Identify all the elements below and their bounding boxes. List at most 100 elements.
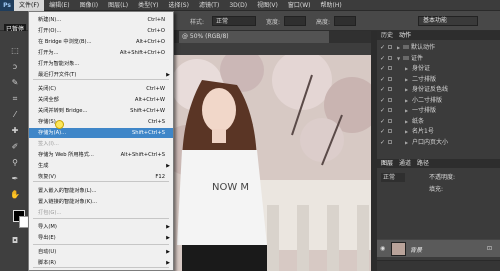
menubar-item-1[interactable]: 编辑(E)	[44, 0, 74, 11]
right-panels: 历史 动作 ✓ ▶ 默认动作 ✓ ▼ 证件 ✓ ▶ 身份证 ✓ ▶ 二寸排版 ✓ ▶ 身份证反色线 ✓ ▶ 小二寸…	[371, 31, 500, 271]
action-row-3[interactable]: ✓ ▶ 二寸排版	[377, 75, 500, 84]
brush-tool-icon[interactable]: ✐	[9, 141, 21, 153]
blend-row: 正常 不透明度:	[377, 173, 500, 182]
expand-triangle-icon[interactable]: ▶	[405, 75, 408, 84]
file-menu-item-10[interactable]: 存储为(A)... Shift+Ctrl+S	[29, 128, 173, 138]
dialog-toggle-box[interactable]	[388, 66, 392, 70]
check-icon[interactable]: ✓	[380, 43, 385, 52]
action-row-6[interactable]: ✓ ▶ 一寸排版	[377, 106, 500, 115]
expand-triangle-icon[interactable]: ▼	[397, 54, 400, 63]
svg-text:NOW M: NOW M	[212, 182, 249, 193]
check-icon[interactable]: ✓	[380, 127, 385, 136]
marquee-tool-icon[interactable]: ⬚	[9, 45, 21, 57]
lasso-tool-icon[interactable]: ↄ	[9, 61, 21, 73]
menubar-item-10[interactable]: 帮助(H)	[316, 0, 347, 11]
file-menu-item-19[interactable]: 导出(E) ▶	[29, 233, 173, 243]
eyedropper-icon[interactable]: ⁄	[9, 109, 21, 121]
file-menu-item-11[interactable]: 签入(I)...	[29, 139, 173, 149]
expand-triangle-icon[interactable]: ▶	[405, 127, 408, 136]
expand-triangle-icon[interactable]: ▶	[405, 138, 408, 147]
dialog-toggle-box[interactable]	[388, 129, 392, 133]
check-icon[interactable]: ✓	[380, 106, 385, 115]
menubar-item-4[interactable]: 类型(Y)	[133, 0, 163, 11]
file-menu-item-12[interactable]: 存储为 Web 所用格式... Alt+Shift+Ctrl+S	[29, 150, 173, 160]
dialog-toggle-box[interactable]	[388, 118, 392, 123]
check-icon[interactable]: ✓	[380, 138, 385, 147]
tab-layers[interactable]: 图层	[381, 160, 393, 167]
expand-triangle-icon[interactable]: ▶	[405, 106, 408, 115]
blend-mode-select[interactable]: 正常	[381, 173, 406, 182]
menu-separator	[33, 244, 169, 245]
action-row-2[interactable]: ✓ ▶ 身份证	[377, 64, 500, 73]
file-menu-item-0[interactable]: 新建(N)... Ctrl+N	[29, 15, 173, 25]
width-input[interactable]	[284, 16, 306, 26]
healing-brush-icon[interactable]: ✚	[9, 125, 21, 137]
action-row-0[interactable]: ✓ ▶ 默认动作	[377, 43, 500, 52]
file-menu-item-13[interactable]: 生成 ▶	[29, 161, 173, 171]
file-menu-item-15[interactable]: 置入嵌入的智能对象(L)...	[29, 186, 173, 196]
tab-paths[interactable]: 路径	[417, 160, 429, 167]
file-menu-item-18[interactable]: 导入(M) ▶	[29, 222, 173, 232]
dialog-toggle-box[interactable]	[388, 76, 392, 81]
tab-actions[interactable]: 动作	[399, 32, 411, 39]
menubar-item-5[interactable]: 选择(S)	[163, 0, 194, 11]
dialog-toggle-box[interactable]	[388, 139, 392, 144]
menubar-item-2[interactable]: 图像(I)	[75, 0, 103, 11]
file-menu-item-20[interactable]: 自动(U) ▶	[29, 247, 173, 257]
expand-triangle-icon[interactable]: ▶	[405, 64, 408, 73]
expand-triangle-icon[interactable]: ▶	[405, 96, 408, 105]
file-menu-item-16[interactable]: 置入链接的智能对象(K)...	[29, 197, 173, 207]
file-menu-item-8[interactable]: 关闭并转到 Bridge... Shift+Ctrl+W	[29, 106, 173, 116]
dialog-toggle-box[interactable]	[388, 87, 392, 91]
dialog-toggle-box[interactable]	[388, 97, 392, 102]
document-tab[interactable]: @ 50% (RGB/8)	[179, 31, 329, 43]
check-icon[interactable]: ✓	[380, 96, 385, 105]
expand-triangle-icon[interactable]: ▶	[405, 85, 408, 94]
quick-select-icon[interactable]: ✎	[9, 77, 21, 89]
dialog-toggle-box[interactable]	[388, 55, 392, 60]
check-icon[interactable]: ✓	[380, 54, 385, 63]
quick-mask-icon[interactable]: ◘	[9, 235, 21, 247]
pen-tool-icon[interactable]: ✒	[9, 173, 21, 185]
layer-row-background[interactable]: ◉ 背景 ⊡	[377, 239, 500, 257]
dialog-toggle-box[interactable]	[388, 45, 392, 49]
file-menu-item-6[interactable]: 关闭(C) Ctrl+W	[29, 84, 173, 94]
check-icon[interactable]: ✓	[380, 64, 385, 73]
action-row-9[interactable]: ✓ ▶ 户口内页大小	[377, 138, 500, 147]
crop-tool-icon[interactable]: ⌗	[9, 93, 21, 105]
menu-item-label: 打开(O)...	[38, 28, 62, 34]
check-icon[interactable]: ✓	[380, 117, 385, 126]
expand-triangle-icon[interactable]: ▶	[397, 43, 400, 52]
workspace-switcher[interactable]: 基本功能	[418, 16, 478, 26]
menubar-item-6[interactable]: 滤镜(T)	[194, 0, 224, 11]
dialog-toggle-box[interactable]	[388, 108, 392, 112]
style-select[interactable]: 正常	[212, 16, 256, 26]
eye-icon[interactable]: ◉	[380, 245, 385, 252]
stamp-tool-icon[interactable]: ⚲	[9, 157, 21, 169]
file-menu-item-7[interactable]: 关闭全部 Alt+Ctrl+W	[29, 95, 173, 105]
action-label: 小二寸排版	[412, 96, 443, 104]
menubar-item-7[interactable]: 3D(D)	[224, 0, 252, 11]
action-row-5[interactable]: ✓ ▶ 小二寸排版	[377, 96, 500, 105]
file-menu-item-9[interactable]: 存储(S) Ctrl+S	[29, 117, 173, 127]
action-row-4[interactable]: ✓ ▶ 身份证反色线	[377, 85, 500, 94]
tab-channels[interactable]: 通道	[399, 160, 411, 167]
check-icon[interactable]: ✓	[380, 85, 385, 94]
action-row-8[interactable]: ✓ ▶ 名片1号	[377, 127, 500, 136]
expand-triangle-icon[interactable]: ▶	[405, 117, 408, 126]
file-menu-item-17[interactable]: 打包(G)...	[29, 208, 173, 218]
file-menu-item-3[interactable]: 打开为... Alt+Shift+Ctrl+O	[29, 48, 173, 58]
file-menu-item-2[interactable]: 在 Bridge 中浏览(B)... Alt+Ctrl+O	[29, 37, 173, 47]
menubar-item-0[interactable]: 文件(F)	[14, 0, 45, 11]
height-input[interactable]	[334, 16, 356, 26]
action-row-1[interactable]: ✓ ▼ 证件	[377, 54, 500, 63]
hand-tool-icon[interactable]: ✋	[9, 189, 21, 201]
tab-history[interactable]: 历史	[381, 32, 393, 39]
menubar-item-3[interactable]: 图层(L)	[103, 0, 133, 11]
file-menu-item-4[interactable]: 打开为智能对象...	[29, 59, 173, 69]
check-icon[interactable]: ✓	[380, 75, 385, 84]
file-menu-item-1[interactable]: 打开(O)... Ctrl+O	[29, 26, 173, 36]
action-row-7[interactable]: ✓ ▶ 纸条	[377, 117, 500, 126]
menubar-item-9[interactable]: 窗口(W)	[283, 0, 316, 11]
menubar-item-8[interactable]: 视图(V)	[252, 0, 283, 11]
